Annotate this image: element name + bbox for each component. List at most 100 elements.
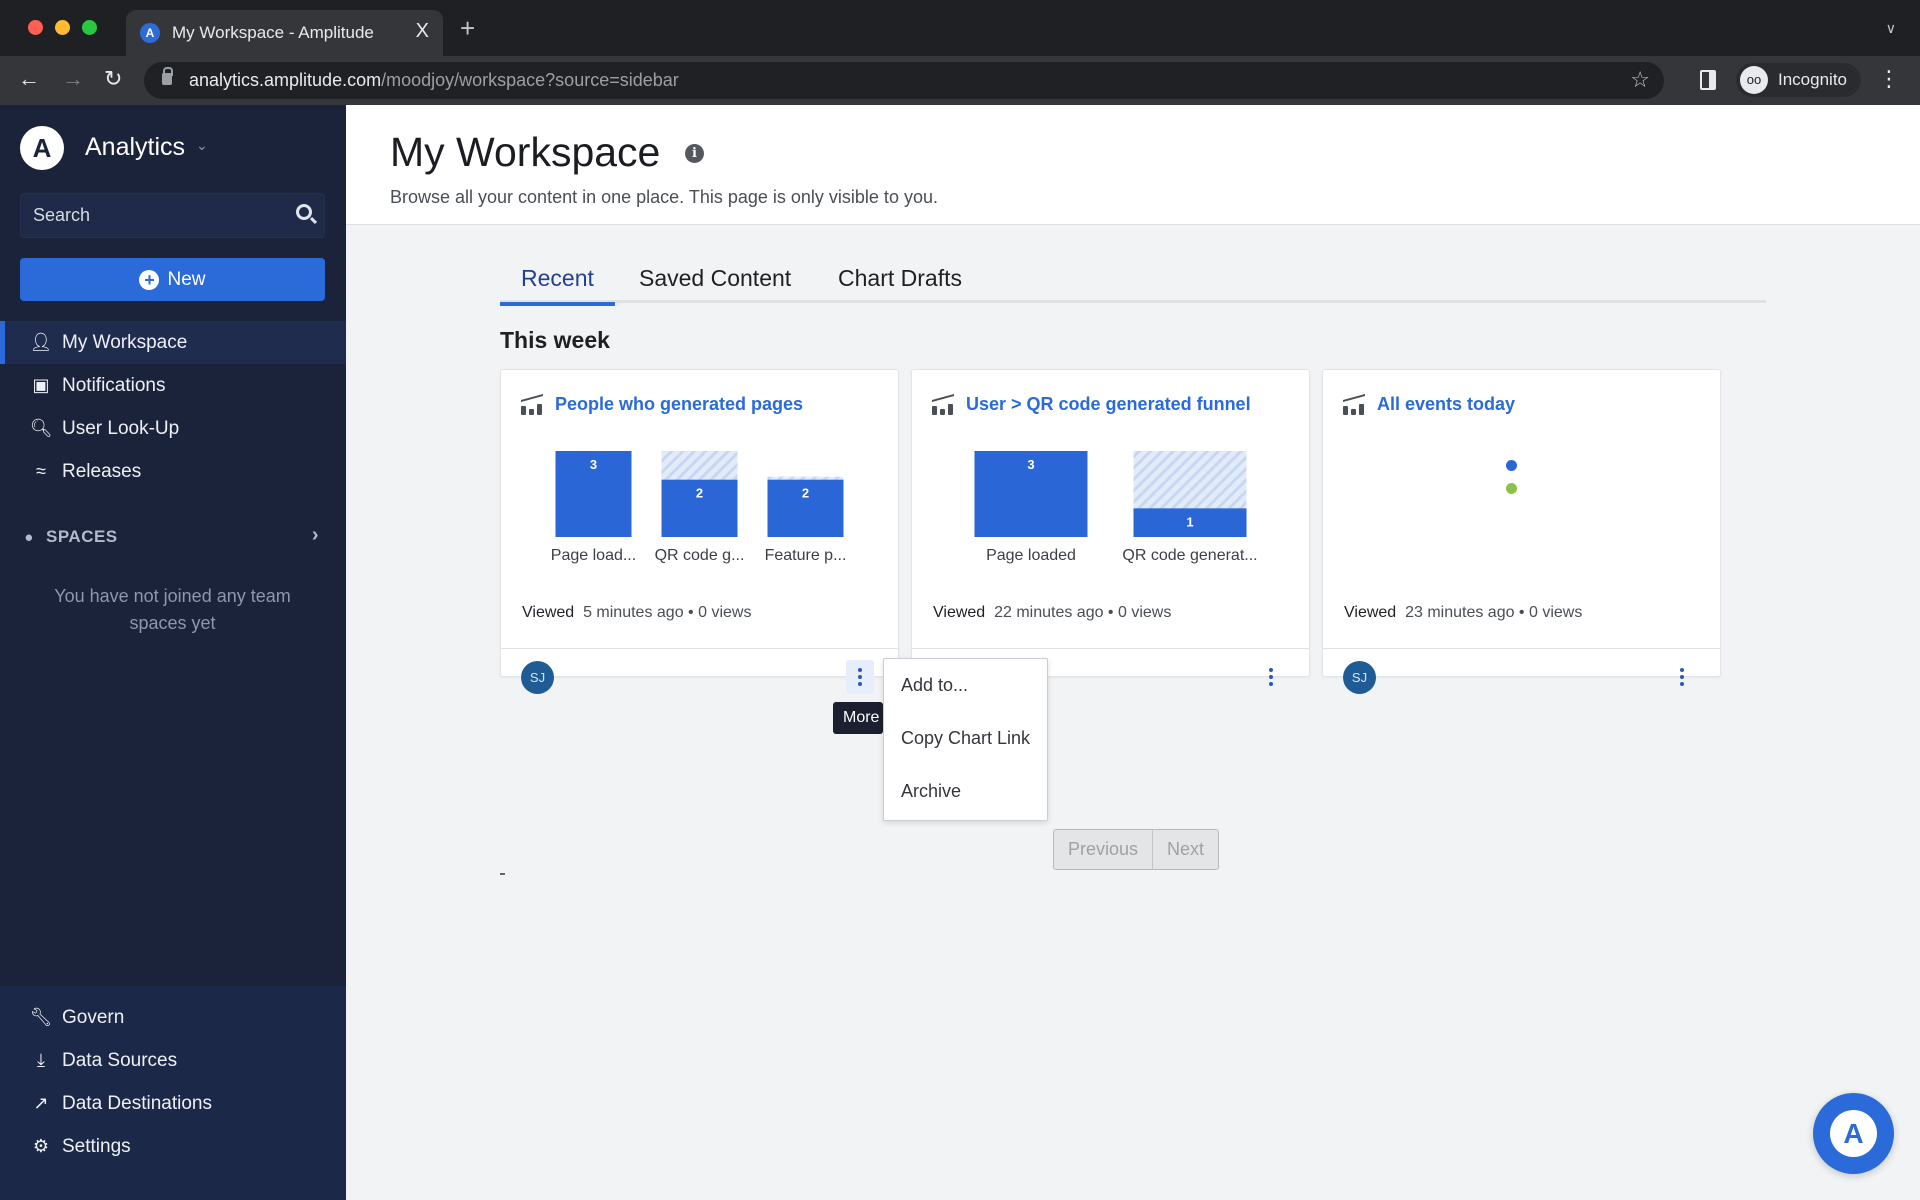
next-page-button[interactable]: Next <box>1152 830 1218 869</box>
content-card[interactable]: User > QR code generated funnel 3 1 Page l… <box>911 369 1310 694</box>
address-bar[interactable]: analytics.amplitude.com/moodjoy/workspac… <box>144 62 1664 99</box>
sidebar-item-data-destinations[interactable]: ↗ Data Destinations <box>0 1082 346 1125</box>
card-chart <box>1323 450 1720 570</box>
sidebar-item-label: Releases <box>62 460 142 482</box>
funnel-step-label: Page load... <box>550 547 637 564</box>
chart-icon <box>521 395 543 415</box>
content-card[interactable]: All events today Viewed 23 minutes ago •… <box>1322 369 1721 694</box>
reload-icon[interactable]: ↻ <box>104 66 122 92</box>
card-divider <box>912 648 1309 649</box>
menu-item-copy-chart-link[interactable]: Copy Chart Link <box>884 720 1047 773</box>
inbox-icon: ▣ <box>32 375 50 395</box>
spaces-label: SPACES <box>46 527 118 546</box>
card-divider <box>501 648 898 649</box>
incognito-icon: oo <box>1740 66 1768 94</box>
card-title[interactable]: All events today <box>1377 394 1515 415</box>
funnel-dropoff-bar <box>1133 451 1247 509</box>
sidebar-item-label: Notifications <box>62 374 166 396</box>
plus-circle-icon: + <box>139 269 160 290</box>
url-text[interactable]: analytics.amplitude.com/moodjoy/workspac… <box>189 70 679 91</box>
back-arrow-icon[interactable]: ← <box>18 66 40 92</box>
page-header: My Workspace i Browse all your content i… <box>346 105 1920 225</box>
workspace-tabs: Recent Saved Content Chart Drafts <box>500 253 1766 306</box>
person-icon: 👤︎ <box>29 332 53 352</box>
amplitude-favicon-icon: A <box>140 23 160 43</box>
sidebar-search <box>20 193 325 238</box>
new-tab-button[interactable]: + <box>460 15 475 41</box>
card-title[interactable]: User > QR code generated funnel <box>966 394 1251 415</box>
info-icon[interactable]: i <box>685 144 704 163</box>
tab-chart-drafts[interactable]: Chart Drafts <box>817 253 983 303</box>
tab-saved-content[interactable]: Saved Content <box>618 253 812 303</box>
tab-search-chevron-icon[interactable]: ∨ <box>1886 20 1896 37</box>
search-input[interactable] <box>33 194 283 237</box>
close-window-button[interactable] <box>28 20 43 35</box>
owner-avatar[interactable]: SJ <box>1343 661 1376 694</box>
menu-item-add-to[interactable]: Add to... <box>884 667 1047 720</box>
card-chart: 3 2 2 Page load... QR code g... Feature p... <box>501 450 898 570</box>
viewed-label: Viewed <box>933 604 986 621</box>
funnel-step-label: QR code generat... <box>1122 547 1258 564</box>
menu-item-archive[interactable]: Archive <box>884 773 1047 826</box>
viewed-time: 23 minutes ago <box>1405 604 1515 621</box>
section-title: This week <box>500 327 610 353</box>
bookmark-star-icon[interactable]: ☆ <box>1630 67 1650 93</box>
tab-recent[interactable]: Recent <box>500 253 615 306</box>
side-panel-icon[interactable] <box>1700 70 1716 90</box>
amplitude-logo-icon: A <box>1830 1110 1877 1157</box>
divider-dash <box>500 873 505 875</box>
funnel-bar-value: 2 <box>696 486 703 501</box>
owner-avatar[interactable]: SJ <box>521 661 554 694</box>
sidebar-item-notifications[interactable]: ▣ Notifications <box>0 364 346 407</box>
content-card[interactable]: People who generated pages 3 2 2 Page load.… <box>500 369 899 694</box>
series-dot <box>1506 483 1517 494</box>
sidebar-item-user-look-up[interactable]: 🔍︎ User Look-Up <box>0 407 346 450</box>
url-path: /moodjoy/workspace?source=sidebar <box>381 70 679 90</box>
tab-close-icon[interactable]: X <box>416 20 429 43</box>
forward-arrow-icon[interactable]: → <box>62 66 84 92</box>
app-switcher-label[interactable]: Analytics <box>85 133 185 162</box>
sidebar-item-my-workspace[interactable]: 👤︎ My Workspace <box>0 321 346 364</box>
sidebar-bottom-nav: 🔧︎ Govern ⤓ Data Sources ↗ Data Destinat… <box>0 986 346 1200</box>
chevron-down-icon[interactable]: ⌄ <box>196 137 208 154</box>
browser-tab[interactable]: A My Workspace - Amplitude X <box>126 10 443 56</box>
card-divider <box>1323 648 1720 649</box>
sidebar-item-data-sources[interactable]: ⤓ Data Sources <box>0 1039 346 1082</box>
sidebar-item-govern[interactable]: 🔧︎ Govern <box>0 996 346 1039</box>
card-header: People who generated pages <box>521 394 803 415</box>
amplitude-assistant-button[interactable]: A <box>1813 1093 1894 1174</box>
view-count: 0 views <box>1117 604 1172 621</box>
funnel-chart: 3 2 2 <box>555 451 844 537</box>
tab-title: My Workspace - Amplitude <box>172 23 374 42</box>
user-lookup-icon: 🔍︎ <box>29 418 53 438</box>
minimize-window-button[interactable] <box>55 20 70 35</box>
spaces-header[interactable]: ● SPACES › <box>20 522 325 552</box>
funnel-bar-value: 3 <box>1027 457 1034 472</box>
incognito-label: Incognito <box>1778 70 1847 89</box>
page-subtitle: Browse all your content in one place. Th… <box>390 187 938 207</box>
funnel-dropoff-bar <box>661 451 738 480</box>
chevron-right-icon[interactable]: › <box>312 524 319 547</box>
funnel-bar-value: 3 <box>590 457 597 472</box>
card-chart: 3 1 Page loaded QR code generat... <box>912 450 1309 570</box>
amplitude-logo-icon[interactable]: A <box>20 126 64 170</box>
sidebar-item-settings[interactable]: ⚙ Settings <box>0 1125 346 1168</box>
new-button[interactable]: + New <box>20 258 325 301</box>
search-icon[interactable] <box>296 204 312 220</box>
more-options-button[interactable] <box>846 660 874 694</box>
previous-page-button[interactable]: Previous <box>1054 830 1152 869</box>
card-title[interactable]: People who generated pages <box>555 394 803 415</box>
lock-icon <box>162 67 173 85</box>
more-options-button[interactable] <box>1668 660 1696 694</box>
browser-chrome: A My Workspace - Amplitude X + ∨ ← → ↻ a… <box>0 0 1920 105</box>
pagination: Previous Next <box>1053 829 1220 870</box>
wrench-icon: 🔧︎ <box>29 1007 53 1027</box>
more-options-button[interactable] <box>1257 660 1285 694</box>
tab-strip: A My Workspace - Amplitude X + ∨ <box>0 0 1920 56</box>
sidebar: A Analytics ⌄ + New 👤︎ My Workspace ▣ No… <box>0 105 346 1200</box>
sidebar-item-label: Govern <box>62 1006 125 1028</box>
sidebar-item-releases[interactable]: ≈ Releases <box>0 450 346 493</box>
incognito-profile-button[interactable]: oo Incognito <box>1736 63 1861 97</box>
browser-menu-icon[interactable]: ⋮ <box>1878 66 1900 92</box>
maximize-window-button[interactable] <box>82 20 97 35</box>
